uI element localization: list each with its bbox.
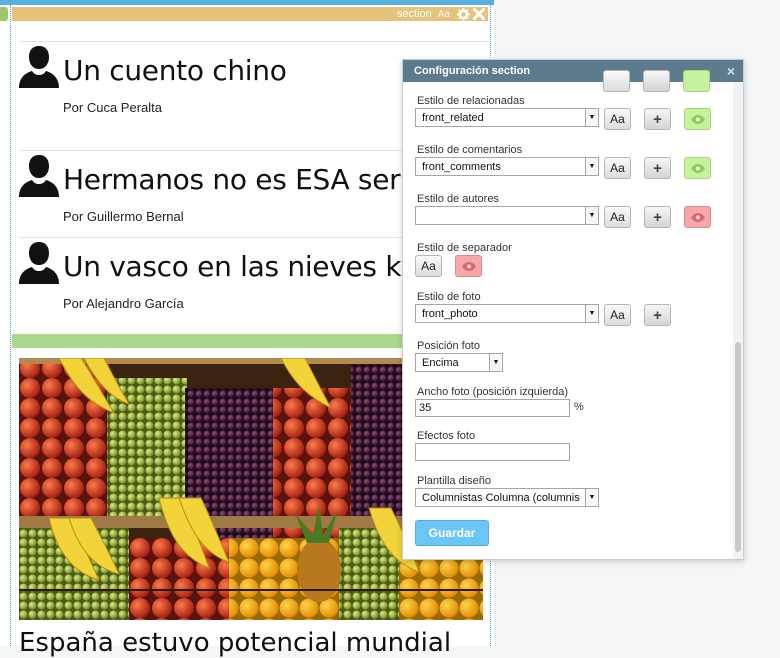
style-aa-button[interactable]: Aa [604,304,631,326]
chevron-down-icon: ▼ [585,158,598,175]
eye-icon [461,261,476,271]
related-style-select[interactable]: front_related ▼ [415,108,599,127]
field-label: Posición foto [417,340,480,352]
field-label: Estilo de foto [417,291,481,303]
chevron-down-icon: ▼ [489,354,502,371]
field-label: Efectos foto [417,430,476,442]
eye-icon [690,114,705,124]
add-button[interactable]: + [644,304,671,326]
eye-icon [690,212,705,222]
chevron-down-icon: ▼ [585,489,598,506]
style-aa-button[interactable]: Aa [438,9,450,20]
close-icon[interactable] [472,7,486,21]
field-label: Estilo de autores [417,193,499,205]
style-aa-button[interactable]: Aa [415,255,442,277]
visibility-toggle[interactable] [455,255,482,277]
scrollbar-thumb[interactable] [735,342,741,552]
article-author: Por Alejandro García [63,296,184,311]
authors-style-select[interactable]: ▼ [415,206,599,225]
avatar [19,46,59,88]
field-label: Ancho foto (posición izquierda) [417,386,569,398]
article-title[interactable]: España estuvo potencial mundial [19,628,451,658]
visibility-toggle[interactable] [684,206,711,228]
template-select[interactable]: Columnistas Columna (columnistas)▼ [415,488,599,507]
style-aa-button[interactable]: Aa [604,206,631,228]
photo-effects-input[interactable] [415,443,570,461]
unit-label: % [574,401,584,413]
close-icon[interactable]: × [727,63,735,79]
field-label: Estilo de separador [417,242,512,254]
style-aa-button[interactable] [603,70,630,92]
chevron-down-icon: ▼ [585,109,598,126]
style-aa-button[interactable]: Aa [604,157,631,179]
add-button[interactable] [643,70,670,92]
article-author: Por Cuca Peralta [63,100,162,115]
config-dialog: Configuración section × Estilo de relaci… [402,59,744,560]
article-title[interactable]: Un cuento chino [63,54,287,87]
article-author: Por Guillermo Bernal [63,209,184,224]
eye-icon [690,163,705,173]
dialog-body: Estilo de relacionadas front_related ▼ Aa… [403,70,733,559]
dialog-title: Configuración section [414,65,531,77]
field-label: Estilo de relacionadas [417,95,525,107]
avatar [19,242,59,284]
scrollbar[interactable] [733,82,743,559]
chevron-down-icon: ▼ [585,305,598,322]
chevron-down-icon: ▼ [585,207,598,224]
visibility-toggle[interactable] [684,108,711,130]
photo-width-input[interactable]: 35 [415,399,570,417]
gear-icon[interactable] [456,7,470,21]
save-button[interactable]: Guardar [415,520,489,546]
field-label: Estilo de comentarios [417,144,523,156]
field-label: Plantilla diseño [417,475,491,487]
top-border [0,0,494,5]
add-button[interactable]: + [644,206,671,228]
comments-style-select[interactable]: front_comments ▼ [415,157,599,176]
style-aa-button[interactable]: Aa [604,108,631,130]
add-button[interactable]: + [644,108,671,130]
photo-position-select[interactable]: Encima ▼ [415,353,503,372]
visibility-toggle[interactable] [683,70,710,92]
visibility-toggle[interactable] [684,157,711,179]
drag-handle[interactable] [0,7,8,21]
guide-line-left [10,0,11,646]
section-toolbar: section Aa [12,7,488,21]
add-button[interactable]: + [644,157,671,179]
article-title[interactable]: Hermanos no es ESA serie [63,163,425,196]
photo-style-select[interactable]: front_photo ▼ [415,304,599,323]
section-label: section [396,8,432,20]
avatar [19,155,59,197]
